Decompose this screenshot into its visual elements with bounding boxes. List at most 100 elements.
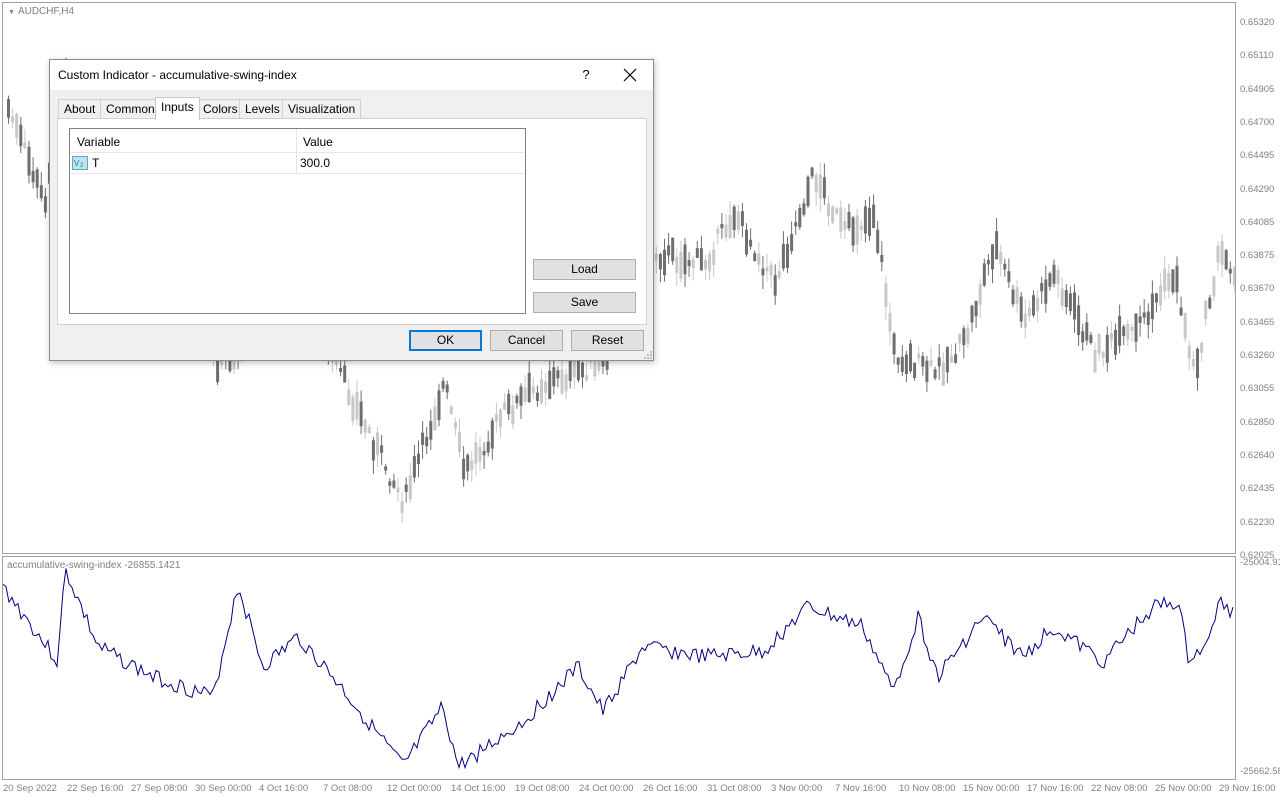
candle [458, 418, 461, 458]
ok-button[interactable]: OK [409, 330, 482, 351]
dialog-titlebar[interactable]: Custom Indicator - accumulative-swing-in… [50, 60, 653, 90]
time-label: 25 Nov 00:00 [1155, 783, 1212, 794]
candle [1183, 312, 1187, 343]
candle [392, 473, 396, 489]
candle [23, 128, 27, 150]
candle [400, 491, 404, 523]
candle [798, 204, 802, 230]
variable-value[interactable]: 300.0 [300, 156, 330, 170]
candle [396, 477, 400, 502]
table-row[interactable]: V 2 T 300.0 [70, 153, 525, 174]
candle [474, 431, 478, 477]
candle [343, 357, 347, 383]
save-button[interactable]: Save [533, 292, 636, 313]
candle [1220, 234, 1224, 278]
candle [43, 187, 47, 219]
help-button[interactable]: ? [572, 60, 600, 90]
candle [1155, 292, 1158, 313]
candle [1064, 283, 1068, 315]
tab-common[interactable]: Common [100, 99, 161, 119]
candle [1208, 294, 1212, 310]
price-label: 0.63465 [1240, 316, 1275, 328]
candle [958, 333, 962, 352]
candle [736, 204, 740, 235]
price-label: 0.63260 [1240, 350, 1275, 361]
time-label: 29 Nov 16:00 [1219, 783, 1276, 794]
candle [658, 252, 662, 283]
close-button[interactable] [614, 60, 646, 90]
candle [675, 248, 679, 287]
candle [1159, 273, 1163, 311]
cancel-button[interactable]: Cancel [490, 330, 563, 351]
candle [904, 350, 908, 383]
time-label: 30 Sep 00:00 [195, 783, 252, 794]
candle [499, 408, 502, 438]
reset-button[interactable]: Reset [571, 330, 644, 351]
candle [933, 366, 937, 381]
candle [1105, 326, 1109, 372]
price-label: 0.62435 [1240, 483, 1275, 495]
candle [687, 252, 691, 277]
candle [843, 207, 847, 240]
candle [671, 237, 675, 265]
candle [507, 389, 511, 421]
column-value-header[interactable]: Value [303, 135, 333, 149]
tab-visualization[interactable]: Visualization [282, 99, 362, 119]
dialog-title: Custom Indicator - accumulative-swing-in… [58, 68, 297, 82]
tab-about[interactable]: About [58, 99, 102, 119]
candle [11, 108, 15, 129]
price-label: 0.64700 [1240, 116, 1275, 128]
candle [544, 372, 548, 407]
candle [560, 359, 564, 396]
indicator-chart[interactable]: accumulative-swing-index -26855.1421 [2, 556, 1236, 780]
tab-inputs[interactable]: Inputs [155, 97, 200, 120]
candle [1224, 248, 1228, 271]
candle [564, 368, 568, 400]
candle [851, 215, 855, 253]
candle [441, 377, 445, 393]
candle [974, 300, 978, 328]
price-label: 0.64495 [1240, 150, 1275, 162]
candle [732, 204, 736, 239]
candle [429, 409, 433, 451]
candle [1130, 323, 1134, 343]
candle [1015, 280, 1019, 313]
load-button[interactable]: Load [533, 259, 636, 280]
candle [1036, 290, 1040, 323]
candle [1044, 265, 1048, 313]
candle [1232, 266, 1235, 292]
candle [384, 463, 388, 475]
candle [1171, 269, 1175, 295]
time-label: 4 Oct 16:00 [259, 783, 309, 794]
time-label: 20 Sep 2022 [3, 783, 57, 794]
candle [1060, 277, 1064, 310]
candle [494, 402, 498, 433]
candle [1097, 333, 1101, 361]
candle [380, 434, 384, 465]
tab-levels[interactable]: Levels [239, 99, 286, 119]
candle [412, 444, 416, 483]
candle [839, 200, 843, 239]
candle [1146, 303, 1150, 339]
tab-colors[interactable]: Colors [197, 99, 244, 119]
candle [1089, 331, 1093, 345]
candle [868, 196, 871, 241]
candle [991, 244, 994, 284]
price-label: 0.65320 [1240, 17, 1275, 28]
candle [1003, 258, 1007, 277]
resize-grip-icon[interactable] [644, 351, 652, 359]
candle [359, 390, 363, 435]
inputs-grid[interactable]: Variable Value V 2 T 300.0 [69, 128, 526, 314]
candle [1150, 280, 1154, 333]
indicator-title: accumulative-swing-index -26855.1421 [7, 560, 181, 571]
candle [831, 205, 835, 225]
candle [1200, 340, 1204, 362]
candle [445, 380, 449, 400]
price-label: 0.62230 [1240, 516, 1275, 528]
candle [1085, 313, 1089, 346]
candle [1048, 271, 1052, 291]
price-label: 0.63055 [1240, 383, 1275, 395]
column-variable-header[interactable]: Variable [77, 135, 120, 149]
candle [470, 450, 474, 482]
candle [806, 175, 810, 209]
